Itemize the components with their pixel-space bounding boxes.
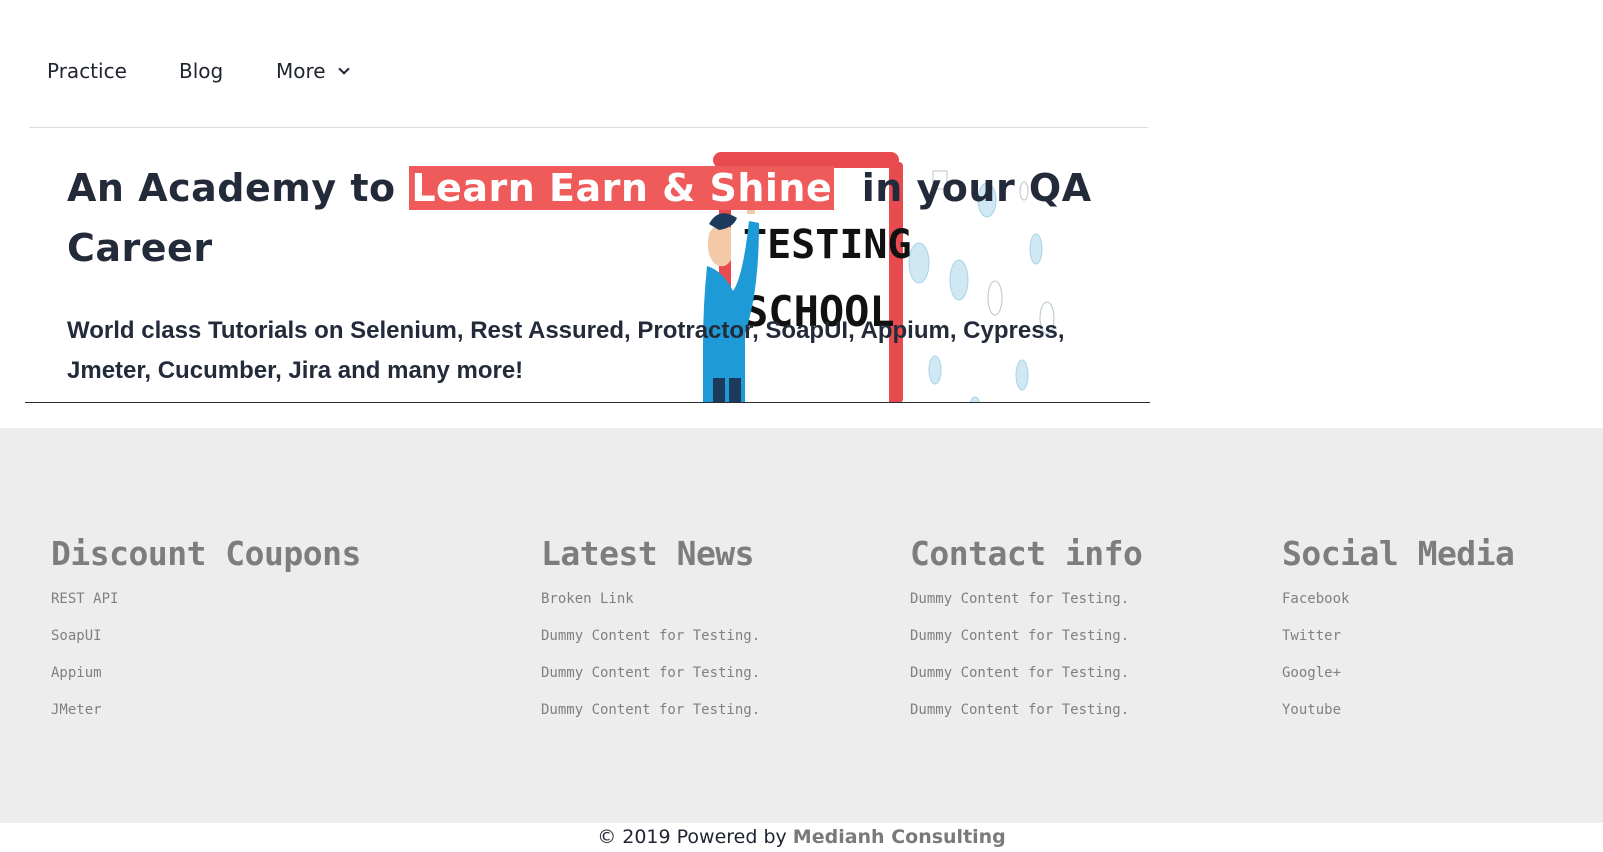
hero-title-prefix: An Academy to (67, 166, 410, 210)
hero-section: TESTING SCHOOL An Academy to Learn Earn … (25, 128, 1150, 403)
footer-link-youtube[interactable]: Youtube (1282, 701, 1514, 719)
top-navigation: Practice Blog More (0, 0, 1603, 128)
footer-link-list: Dummy Content for Testing. Dummy Content… (910, 590, 1142, 719)
footer-column-title: Social Media (1282, 534, 1515, 573)
footer-link-dummy-content[interactable]: Dummy Content for Testing. (910, 701, 1142, 719)
footer-link-dummy-content[interactable]: Dummy Content for Testing. (541, 701, 760, 719)
footer-link-broken-link[interactable]: Broken Link (541, 590, 760, 608)
footer-link-facebook[interactable]: Facebook (1282, 590, 1514, 608)
footer-column-title: Discount Coupons (51, 534, 361, 573)
footer: Discount Coupons REST API SoapUI Appium … (0, 428, 1603, 823)
chevron-down-icon (337, 63, 350, 75)
footer-link-dummy-content[interactable]: Dummy Content for Testing. (910, 627, 1142, 645)
footer-link-dummy-content[interactable]: Dummy Content for Testing. (910, 590, 1142, 608)
footer-link-appium[interactable]: Appium (51, 664, 361, 682)
nav-practice-link[interactable]: Practice (47, 58, 127, 84)
footer-link-dummy-content[interactable]: Dummy Content for Testing. (910, 664, 1142, 682)
copyright-text: © 2019 Powered by (597, 826, 793, 848)
hero-divider (25, 402, 1150, 403)
footer-link-twitter[interactable]: Twitter (1282, 627, 1514, 645)
brand-link[interactable]: Medianh Consulting (793, 826, 1006, 848)
footer-link-list: REST API SoapUI Appium JMeter (51, 590, 361, 719)
nav-more-dropdown[interactable]: More (276, 58, 350, 84)
footer-link-rest-api[interactable]: REST API (51, 590, 361, 608)
footer-column-discount-coupons: Discount Coupons REST API SoapUI Appium … (51, 532, 361, 738)
nav-more-label: More (276, 59, 326, 83)
footer-column-title: Latest News (541, 534, 755, 573)
footer-link-list: Facebook Twitter Google+ Youtube (1282, 590, 1514, 719)
copyright-bar: © 2019 Powered by Medianh Consulting (0, 823, 1603, 852)
hero-title-highlight: Learn Earn & Shine (409, 166, 835, 210)
footer-link-dummy-content[interactable]: Dummy Content for Testing. (541, 664, 760, 682)
hero-subtitle: World class Tutorials on Selenium, Rest … (67, 317, 1065, 384)
footer-link-google-plus[interactable]: Google+ (1282, 664, 1514, 682)
footer-link-list: Broken Link Dummy Content for Testing. D… (541, 590, 760, 719)
footer-link-jmeter[interactable]: JMeter (51, 701, 361, 719)
nav-blog-link[interactable]: Blog (179, 58, 223, 84)
footer-column-latest-news: Latest News Broken Link Dummy Content fo… (541, 532, 760, 738)
footer-column-social-media: Social Media Facebook Twitter Google+ Yo… (1282, 532, 1515, 738)
hero-title: An Academy to Learn Earn & Shine in your… (67, 158, 1107, 278)
footer-link-dummy-content[interactable]: Dummy Content for Testing. (541, 627, 760, 645)
footer-column-title: Contact info (910, 534, 1143, 573)
footer-link-soapui[interactable]: SoapUI (51, 627, 361, 645)
footer-column-contact-info: Contact info Dummy Content for Testing. … (910, 532, 1143, 738)
